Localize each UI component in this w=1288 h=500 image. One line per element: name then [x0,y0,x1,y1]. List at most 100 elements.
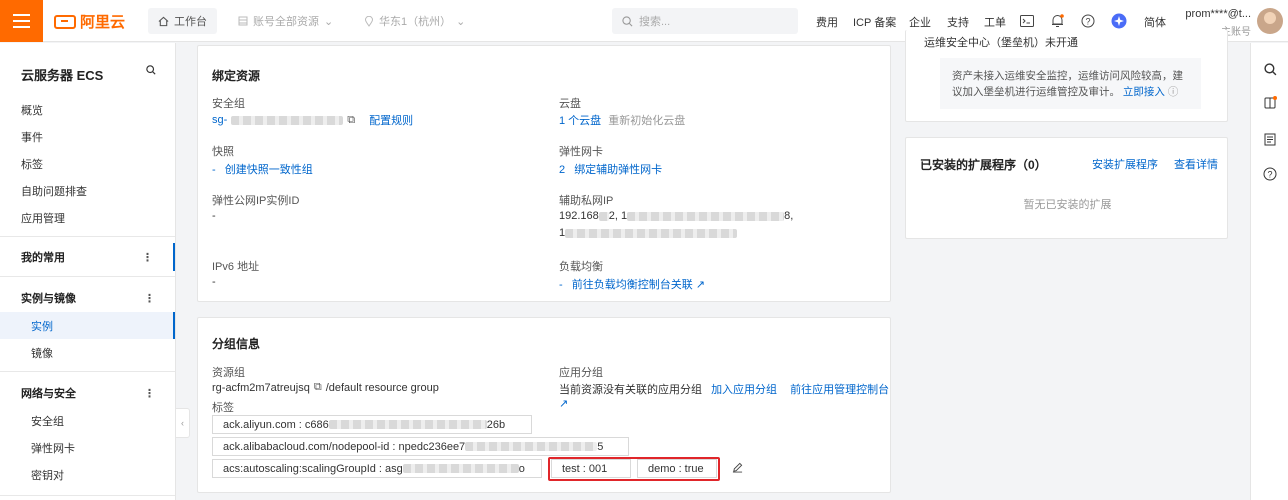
eni-value: 2 绑定辅助弹性网卡 [559,161,662,177]
lb-console-link[interactable]: 前往负载均衡控制台关联 [572,279,693,291]
nav-support[interactable]: 支持 [947,14,969,30]
lb-dash: - [559,279,563,291]
menu-icon[interactable] [0,0,43,42]
document-icon[interactable] [1262,131,1278,147]
redacted-text [465,442,598,451]
sidebar-group-favorites[interactable]: 我的常用 ⋮ [0,243,175,271]
group-label: 实例与镜像 [21,293,76,305]
bell-icon[interactable] [1049,13,1065,29]
redacted-text [627,211,785,221]
help-icon[interactable]: ⓘ [1168,86,1179,98]
resource-group-value: rg-acfm2m7atreujsq ⧉ /default resource g… [212,381,439,394]
sidebar-group-network-security[interactable]: 网络与安全 ⋮ [0,379,175,407]
search-icon[interactable] [1262,61,1278,77]
extensions-title: 已安装的扩展程序（0） [920,158,1047,172]
tag-text: ack.alibabacloud.com/nodepool-id : npedc… [223,440,466,453]
disk-reinit-link[interactable]: 重新初始化云盘 [608,115,685,127]
search-icon[interactable] [146,65,156,78]
install-extension-link[interactable]: 安装扩展程序 [1092,156,1158,172]
redacted-text [598,211,609,221]
create-snapshot-group-link[interactable]: 创建快照一致性组 [225,164,313,176]
secondary-ip-line1: 192.168 2, 1 8, [559,210,793,222]
empty-extensions-text: 暂无已安装的扩展 [1023,199,1112,211]
nav-billing[interactable]: 费用 [816,14,838,30]
tag-chip[interactable]: acs:autoscaling:scalingGroupId : asg o [212,459,542,478]
secondary-ip-label: 辅助私网IP [559,195,614,207]
sidebar-item-tags[interactable]: 标签 [21,156,43,172]
external-link-icon: ↗ [559,398,569,410]
resource-scope-label: 账号全部资源 [253,16,319,28]
help-icon[interactable]: ? [1262,166,1278,182]
sidebar-group-instances-images[interactable]: 实例与镜像 ⋮ [0,284,175,312]
resource-scope-select[interactable]: 账号全部资源 ⌄ [238,8,333,34]
card-title: 绑定资源 [212,69,261,83]
sidebar-item-images[interactable]: 镜像 [0,339,175,366]
resource-icon [238,16,248,26]
sidebar-title: 云服务器 ECS [21,68,104,83]
bastion-header-text: 运维安全中心（堡垒机）未开通 [924,37,1078,48]
sidebar-item-overview[interactable]: 概览 [21,102,43,118]
copy-icon[interactable]: ⧉ [314,381,322,394]
ai-assistant-icon[interactable] [1111,13,1127,29]
region-label: 华东1（杭州） [379,16,452,28]
divider [0,371,175,372]
chevron-down-icon: ⌄ [324,15,334,28]
lb-value: - 前往负载均衡控制台关联 ↗ [559,276,705,292]
sidebar-item-keypairs[interactable]: 密钥对 [0,461,175,488]
edit-icon[interactable] [732,462,743,476]
search-placeholder: 搜索... [639,16,671,28]
divider [0,236,175,237]
language-switch[interactable]: 简体 [1144,14,1166,30]
more-icon[interactable]: ⋮ [144,292,155,305]
sidebar: 云服务器 ECS 概览 事件 标签 自助问题排查 应用管理 我的常用 ⋮ 实例与… [0,43,176,500]
tag-text: 5 [597,440,604,453]
config-rules-link[interactable]: 配置规则 [369,112,413,128]
extensions-card: 已安装的扩展程序（0） 安装扩展程序 查看详情 暂无已安装的扩展 [905,137,1228,239]
sidebar-item-events[interactable]: 事件 [21,129,43,145]
secondary-ip-line2: 1 [559,227,738,239]
redacted-text [231,115,344,125]
more-icon[interactable]: ⋮ [144,387,155,400]
nav-icp[interactable]: ICP 备案 [853,14,896,30]
redacted-text [328,420,487,429]
eni-label: 弹性网卡 [559,146,603,158]
sidebar-item-troubleshoot[interactable]: 自助问题排查 [21,183,87,199]
help-icon[interactable]: ? [1080,13,1096,29]
security-group-label: 安全组 [212,98,245,110]
more-icon[interactable]: ⋮ [142,251,153,264]
sidebar-item-security-groups[interactable]: 安全组 [0,407,175,434]
avatar[interactable] [1257,8,1283,34]
search-input[interactable]: 搜索... [612,8,798,34]
terminal-icon[interactable] [1019,13,1035,29]
eni-count-link[interactable]: 2 [559,164,565,176]
nav-enterprise[interactable]: 企业 [909,14,931,30]
disk-count-link[interactable]: 1 个云盘 [559,115,601,127]
book-icon[interactable] [1262,95,1278,111]
app-console-link[interactable]: 前往应用管理控制台 [790,384,889,396]
workbench-button[interactable]: 工作台 [148,8,217,34]
binding-resources-card: 绑定资源 安全组 sg- ⧉ 配置规则 云盘 1 个云盘 重新初始化云盘 快照 … [197,45,891,302]
logo-text: 阿里云 [80,14,126,31]
ipv6-value: - [212,276,216,288]
nav-ticket[interactable]: 工单 [984,14,1006,30]
collapse-sidebar-button[interactable]: ‹ [176,408,190,438]
home-icon [158,16,169,26]
logo-mark-icon [54,14,76,29]
sidebar-item-eni[interactable]: 弹性网卡 [0,434,175,461]
tag-chip[interactable]: ack.aliyun.com : c686 26b [212,415,532,434]
add-app-group-link[interactable]: 加入应用分组 [711,384,777,396]
security-group-value[interactable]: sg- ⧉ 配置规则 [212,112,413,128]
location-icon [364,15,374,27]
bind-eni-link[interactable]: 绑定辅助弹性网卡 [574,164,662,176]
tag-chip[interactable]: ack.alibabacloud.com/nodepool-id : npedc… [212,437,629,456]
sidebar-item-app-management[interactable]: 应用管理 [21,210,65,226]
copy-icon[interactable]: ⧉ [347,114,355,127]
highlight-box [548,457,720,481]
region-select[interactable]: 华东1（杭州） ⌄ [364,8,465,34]
ipv6-label: IPv6 地址 [212,261,260,273]
access-now-link[interactable]: 立即接入 [1123,86,1165,98]
svg-text:?: ? [1267,170,1272,180]
view-detail-link[interactable]: 查看详情 [1174,156,1218,172]
sidebar-item-instances[interactable]: 实例 [0,312,175,339]
aliyun-logo[interactable]: 阿里云 [54,11,125,32]
